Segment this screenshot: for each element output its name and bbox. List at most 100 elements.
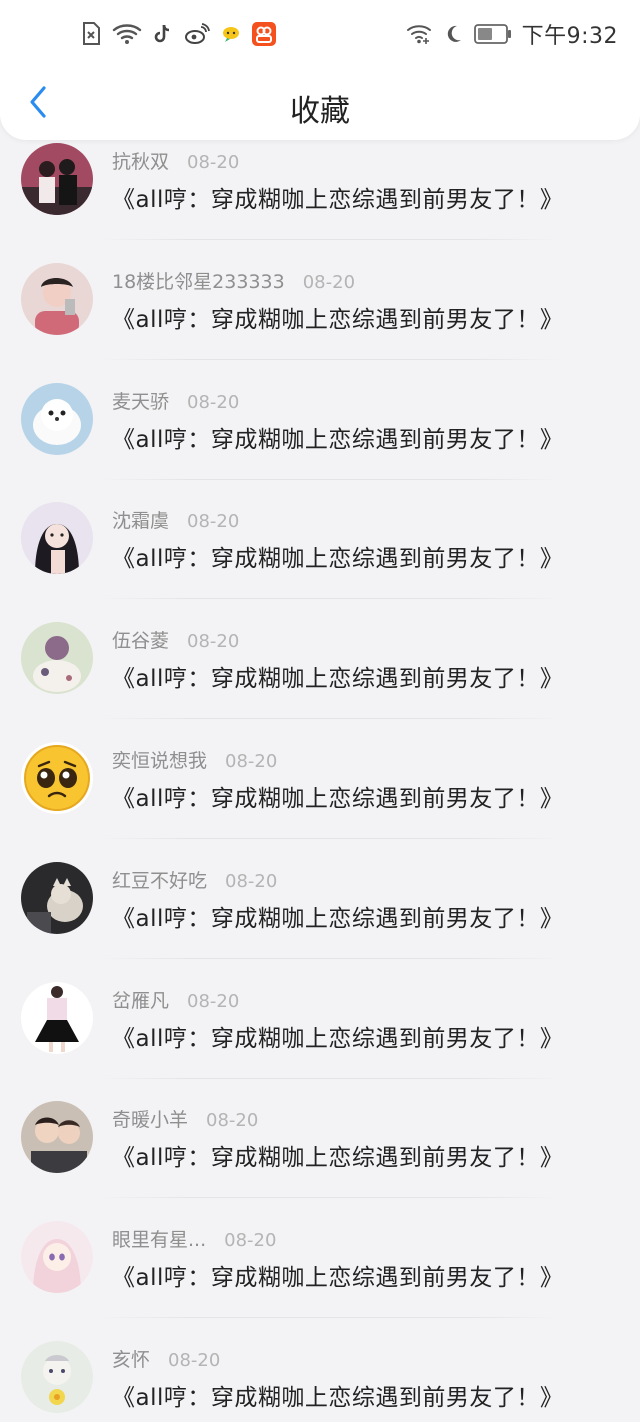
list-item[interactable]: 眼里有星... 08-20 《all哼：穿成糊咖上恋综遇到前男友了！》 — [0, 1218, 640, 1338]
list-item[interactable]: 红豆不好吃 08-20 《all哼：穿成糊咖上恋综遇到前男友了！》 — [0, 859, 640, 979]
chat-bubble-icon — [220, 22, 242, 46]
status-left-icons — [80, 22, 276, 46]
item-date: 08-20 — [187, 152, 240, 173]
item-meta: 抗秋双 08-20 — [112, 147, 239, 174]
divider — [100, 718, 560, 720]
item-meta: 沈霜虞 08-20 — [112, 506, 239, 533]
list-item[interactable]: 亥怀 08-20 《all哼：穿成糊咖上恋综遇到前男友了！》 — [0, 1338, 640, 1422]
sim-none-icon — [80, 22, 102, 46]
item-date: 08-20 — [225, 750, 278, 772]
divider — [100, 837, 560, 839]
avatar[interactable] — [21, 1101, 93, 1174]
item-date: 08-20 — [206, 1110, 259, 1132]
divider — [100, 1077, 560, 1079]
item-meta: 奇暖小羊 08-20 — [112, 1105, 258, 1132]
user-name[interactable]: 沈霜虞 — [112, 510, 169, 532]
divider — [100, 239, 560, 240]
list-item-content: 沈霜虞 08-20 《all哼：穿成糊咖上恋综遇到前男友了！》 — [0, 499, 640, 600]
status-bar: 下午9:32 — [0, 18, 640, 56]
user-name[interactable]: 岔雁凡 — [112, 990, 169, 1012]
avatar[interactable] — [21, 382, 93, 455]
item-title-link[interactable]: 《all哼：穿成糊咖上恋综遇到前男友了！》 — [112, 1258, 563, 1292]
user-name[interactable]: 红豆不好吃 — [112, 870, 207, 892]
item-title-link[interactable]: 《all哼：穿成糊咖上恋综遇到前男友了！》 — [112, 420, 563, 454]
user-name[interactable]: 亥怀 — [112, 1349, 150, 1371]
user-name[interactable]: 伍谷菱 — [112, 630, 169, 652]
list-item-content: 奇暖小羊 08-20 《all哼：穿成糊咖上恋综遇到前男友了！》 — [0, 1098, 640, 1199]
item-date: 08-20 — [187, 511, 240, 533]
list-item-content: 麦天骄 08-20 《all哼：穿成糊咖上恋综遇到前男友了！》 — [0, 380, 640, 480]
list-item-content: 抗秋双 08-20 《all哼：穿成糊咖上恋综遇到前男友了！》 — [0, 140, 640, 240]
list-item-content: 奕恒说想我 08-20 《all哼：穿成糊咖上恋综遇到前男友了！》 — [0, 739, 640, 839]
list-item-content: 眼里有星... 08-20 《all哼：穿成糊咖上恋综遇到前男友了！》 — [0, 1218, 640, 1319]
avatar[interactable] — [21, 741, 93, 814]
avatar[interactable] — [21, 861, 93, 934]
item-date: 08-20 — [187, 391, 240, 413]
wifi-plus-icon — [406, 22, 432, 46]
item-date: 08-20 — [187, 990, 240, 1012]
item-meta: 眼里有星... 08-20 — [112, 1225, 276, 1252]
divider — [100, 1197, 560, 1199]
item-date: 08-20 — [225, 870, 278, 892]
item-meta: 奕恒说想我 08-20 — [112, 746, 277, 773]
divider — [100, 478, 560, 480]
item-date: 08-20 — [168, 1349, 221, 1371]
tiktok-icon — [152, 22, 174, 46]
divider — [100, 1317, 560, 1319]
item-meta: 岔雁凡 08-20 — [112, 986, 239, 1013]
page-title: 收藏 — [290, 94, 350, 129]
item-meta: 麦天骄 08-20 — [112, 387, 239, 414]
avatar[interactable] — [21, 143, 93, 215]
list-item[interactable]: 岔雁凡 08-20 《all哼：穿成糊咖上恋综遇到前男友了！》 — [0, 979, 640, 1099]
avatar[interactable] — [21, 262, 93, 335]
list-item[interactable]: 伍谷菱 08-20 《all哼：穿成糊咖上恋综遇到前男友了！》 — [0, 619, 640, 739]
item-title-link[interactable]: 《all哼：穿成糊咖上恋综遇到前男友了！》 — [112, 180, 563, 214]
divider — [100, 358, 560, 360]
user-name[interactable]: 奕恒说想我 — [112, 750, 207, 772]
item-date: 08-20 — [224, 1230, 277, 1252]
item-title-link[interactable]: 《all哼：穿成糊咖上恋综遇到前男友了！》 — [112, 659, 563, 693]
user-name[interactable]: 抗秋双 — [112, 151, 169, 173]
user-name[interactable]: 麦天骄 — [112, 391, 169, 413]
moon-icon — [442, 22, 464, 46]
status-time: 下午9:32 — [521, 24, 618, 49]
list-item-content: 红豆不好吃 08-20 《all哼：穿成糊咖上恋综遇到前男友了！》 — [0, 859, 640, 959]
avatar[interactable] — [21, 1340, 93, 1413]
item-title-link[interactable]: 《all哼：穿成糊咖上恋综遇到前男友了！》 — [112, 539, 563, 573]
top-bar: 下午9:32 收藏 — [0, 0, 640, 140]
user-name[interactable]: 奇暖小羊 — [112, 1109, 188, 1131]
item-meta: 红豆不好吃 08-20 — [112, 866, 277, 893]
item-title-link[interactable]: 《all哼：穿成糊咖上恋综遇到前男友了！》 — [112, 899, 563, 933]
item-date: 08-20 — [302, 271, 356, 293]
wifi-icon — [112, 22, 142, 46]
avatar[interactable] — [21, 622, 93, 695]
status-right-icons: 下午9:32 — [406, 18, 618, 50]
favorites-list: 抗秋双 08-20 《all哼：穿成糊咖上恋综遇到前男友了！》 18楼比邻星23333… — [0, 140, 640, 1422]
list-item[interactable]: 麦天骄 08-20 《all哼：穿成糊咖上恋综遇到前男友了！》 — [0, 380, 640, 500]
list-item[interactable]: 18楼比邻星233333 08-20 《all哼：穿成糊咖上恋综遇到前男友了！》 — [0, 260, 640, 380]
user-name[interactable]: 眼里有星... — [112, 1229, 206, 1251]
list-item-content: 伍谷菱 08-20 《all哼：穿成糊咖上恋综遇到前男友了！》 — [0, 619, 640, 720]
divider — [100, 957, 560, 959]
item-title-link[interactable]: 《all哼：穿成糊咖上恋综遇到前男友了！》 — [112, 1138, 563, 1172]
list-item-content: 18楼比邻星233333 08-20 《all哼：穿成糊咖上恋综遇到前男友了！》 — [0, 260, 640, 360]
list-item[interactable]: 奇暖小羊 08-20 《all哼：穿成糊咖上恋综遇到前男友了！》 — [0, 1098, 640, 1218]
item-meta: 亥怀 08-20 — [112, 1345, 220, 1372]
item-title-link[interactable]: 《all哼：穿成糊咖上恋综遇到前男友了！》 — [112, 1019, 563, 1053]
item-meta: 18楼比邻星233333 08-20 — [112, 267, 355, 294]
battery-icon — [473, 22, 512, 46]
divider — [100, 598, 560, 600]
item-title-link[interactable]: 《all哼：穿成糊咖上恋综遇到前男友了！》 — [112, 300, 563, 334]
nav-bar: 收藏 — [0, 72, 640, 136]
list-item-content: 亥怀 08-20 《all哼：穿成糊咖上恋综遇到前男友了！》 — [0, 1338, 640, 1422]
item-title-link[interactable]: 《all哼：穿成糊咖上恋综遇到前男友了！》 — [112, 779, 563, 813]
avatar[interactable] — [21, 502, 93, 575]
list-item[interactable]: 沈霜虞 08-20 《all哼：穿成糊咖上恋综遇到前男友了！》 — [0, 499, 640, 619]
list-item[interactable]: 抗秋双 08-20 《all哼：穿成糊咖上恋综遇到前男友了！》 — [0, 140, 640, 260]
item-title-link[interactable]: 《all哼：穿成糊咖上恋综遇到前男友了！》 — [112, 1378, 563, 1412]
list-item[interactable]: 奕恒说想我 08-20 《all哼：穿成糊咖上恋综遇到前男友了！》 — [0, 739, 640, 859]
avatar[interactable] — [21, 1221, 93, 1294]
avatar[interactable] — [21, 981, 93, 1054]
list-item-content: 岔雁凡 08-20 《all哼：穿成糊咖上恋综遇到前男友了！》 — [0, 979, 640, 1079]
user-name[interactable]: 18楼比邻星233333 — [112, 271, 285, 293]
